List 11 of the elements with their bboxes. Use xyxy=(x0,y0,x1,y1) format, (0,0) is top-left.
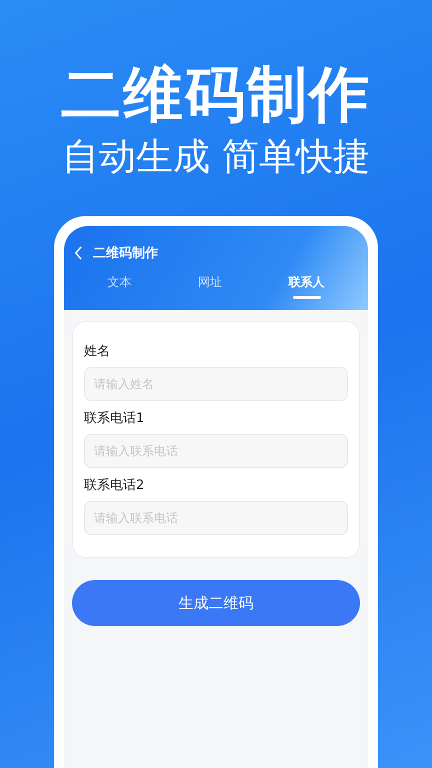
tab[interactable]: 文本 xyxy=(107,274,132,299)
field-label: 联系电话1 xyxy=(84,411,146,427)
headline: 二维码制作 xyxy=(61,60,371,130)
subheadline: 自动生成 简单快捷 xyxy=(62,134,370,180)
field-label: 姓名 xyxy=(84,344,111,360)
generate-button[interactable]: 生成二维码 xyxy=(72,580,360,626)
field-label: 联系电话2 xyxy=(84,478,146,494)
screen-title: 二维码制作 xyxy=(93,244,158,262)
tab[interactable]: 网址 xyxy=(198,274,222,299)
back-icon[interactable] xyxy=(74,246,83,260)
tab[interactable]: 联系人 xyxy=(288,274,325,299)
